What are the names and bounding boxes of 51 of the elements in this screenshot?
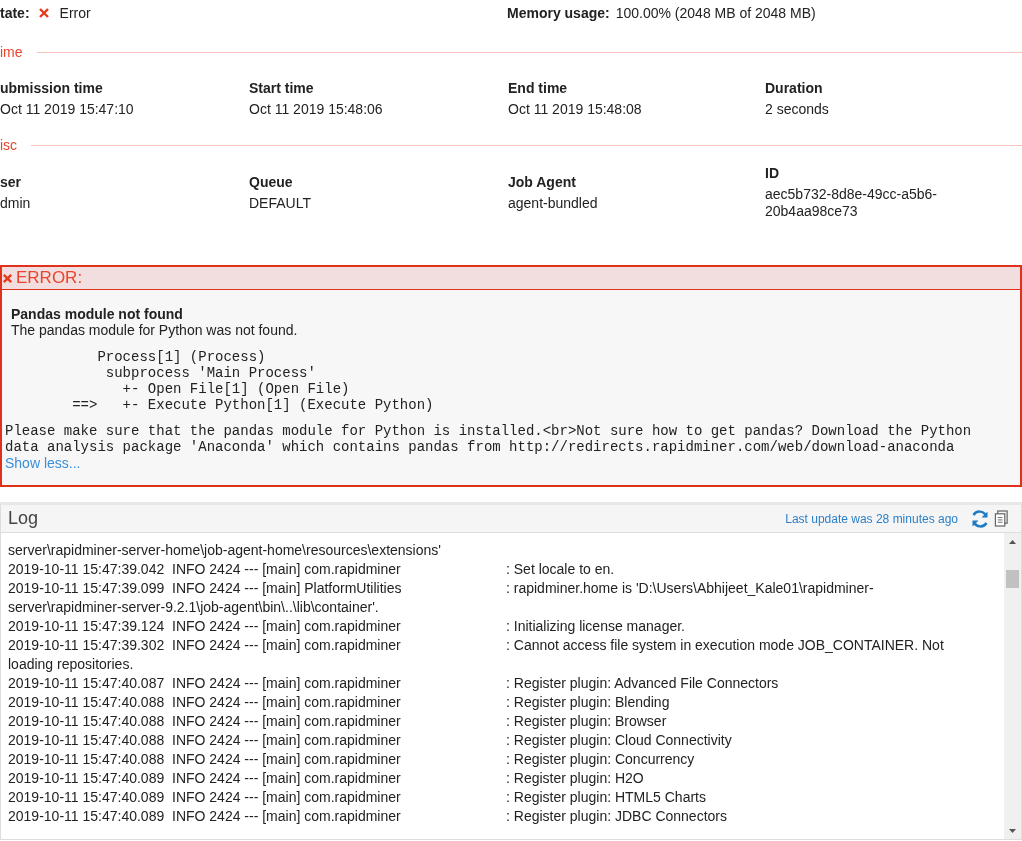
error-title: ERROR: [16,268,83,288]
log-line: 2019-10-11 15:47:39.099 INFO 2424 --- [main] PlatformUtilities : rapidminer.home is 'D:\Users\Abhijeet_Kale01\rapidminer-server\rapidminer-server-9.2.1\job-agent\bin\..\lib\container'. [8,579,875,617]
error-description: The pandas module for Python was not found. [10,322,299,338]
state-value: Error [59,5,91,21]
log-line: 2019-10-11 15:47:40.089 INFO 2424 --- [main] com.rapidminer : Register plugin: HTML5 Charts [8,788,707,807]
scrollbar-thumb[interactable] [1006,570,1019,588]
field-label: ser [0,173,23,190]
log-line: 2019-10-11 15:47:40.088 INFO 2424 --- [main] com.rapidminer : Register plugin: Browser [8,712,668,731]
log-line: 2019-10-11 15:47:40.089 INFO 2424 --- [main] com.rapidminer : Register plugin: JDBC Connectors [8,807,728,826]
field-value: 2 seconds [765,100,830,118]
log-line: 2019-10-11 15:47:40.087 INFO 2424 --- [main] com.rapidminer : Register plugin: Advanced File Connectors [8,674,780,693]
log-line: 2019-10-11 15:47:39.042 INFO 2424 --- [main] com.rapidminer : Set locale to en. [8,560,616,579]
field-value: DEFAULT [249,194,312,212]
field-label: End time [508,79,569,96]
stack-trace-line: ==> +- Execute Python[1] (Execute Python) [71,397,435,413]
field-label: Start time [249,79,315,96]
error-heading: Pandas module not found [10,306,184,322]
field-value: Oct 11 2019 15:48:06 [249,100,384,118]
state-label: tate: [0,5,30,21]
field-value: Oct 11 2019 15:48:08 [508,100,643,118]
field-label: Queue [249,173,294,190]
field-value: agent-bundled [508,194,599,212]
scrollbar[interactable] [1004,533,1021,839]
show-less-link[interactable]: Show less... [5,455,81,471]
refresh-icon[interactable] [970,508,990,529]
section-title: ime [0,44,23,60]
log-line: 2019-10-11 15:47:40.088 INFO 2424 --- [main] com.rapidminer : Register plugin: Cloud Connectivity [8,731,733,750]
section-title: isc [0,137,18,153]
log-line: 2019-10-11 15:47:40.088 INFO 2424 --- [main] com.rapidminer : Register plugin: Concurrency [8,750,696,769]
field-label: Duration [765,79,824,96]
stack-trace-line: Process[1] (Process) [96,349,267,365]
memory-label: Memory usage: [507,5,610,21]
log-line: 2019-10-11 15:47:40.089 INFO 2424 --- [main] com.rapidminer : Register plugin: H2O [8,769,645,788]
field-label: ubmission time [0,79,104,96]
last-update-text: Last update was 28 minutes ago [785,511,958,526]
field-label: Job Agent [508,173,577,190]
log-line: 2019-10-11 15:47:39.124 INFO 2424 --- [main] com.rapidminer : Initializing license manager. [8,617,686,636]
copy-icon[interactable] [994,510,1009,527]
log-line: 2019-10-11 15:47:40.088 INFO 2424 --- [main] com.rapidminer : Register plugin: Blending [8,693,671,712]
field-value: Oct 11 2019 15:47:10 [0,100,135,118]
error-details: Please make sure that the pandas module for Python is installed.<br>Not sure how to get pandas? Download the Python data analysis package 'Anaconda' which contains pandas from http://redirects.rapidminer.com/web/download-anaconda [5,423,973,455]
log-title: Log [8,508,40,529]
stack-trace-line: subprocess 'Main Process' [104,365,317,381]
field-label: ID [765,165,780,181]
log-line: server\rapidminer-server-home\job-agent-home\resources\extensions' [8,541,442,560]
field-value: aec5b732-8d8e-49cc-a5b6-20b4aa98ce73 [765,186,938,220]
stack-trace-line: +- Open File[1] (Open File) [121,381,351,397]
memory-value: 100.00% (2048 MB of 2048 MB) [615,5,816,21]
log-line: 2019-10-11 15:47:39.302 INFO 2424 --- [main] com.rapidminer : Cannot access file system in execution mode JOB_CONTAINER. Not loading repositories. [8,636,945,674]
close-icon [37,7,50,19]
field-value: dmin [0,194,32,212]
